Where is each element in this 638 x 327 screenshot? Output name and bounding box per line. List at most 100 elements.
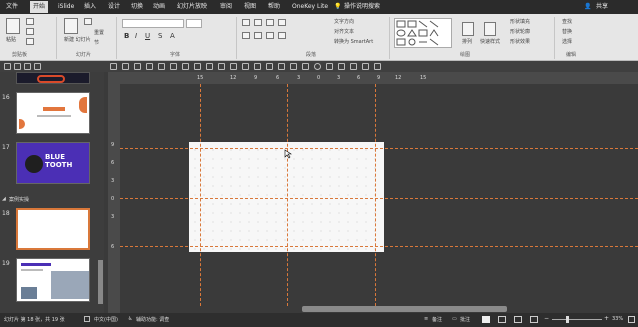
section-arrow-icon[interactable]: ◢ bbox=[2, 196, 6, 202]
shape-fill[interactable]: 形状填充 bbox=[510, 18, 530, 25]
strikethrough-icon[interactable]: S bbox=[158, 32, 162, 40]
numbering-icon[interactable] bbox=[254, 19, 262, 26]
zoom-slider-thumb[interactable] bbox=[566, 316, 569, 323]
save-icon[interactable] bbox=[4, 63, 11, 70]
menu-help[interactable]: 帮助 bbox=[268, 2, 280, 11]
menu-review[interactable]: 审阅 bbox=[220, 2, 232, 11]
reading-view-icon[interactable] bbox=[514, 316, 522, 323]
fit-slide-icon[interactable] bbox=[628, 316, 635, 323]
redo-icon[interactable] bbox=[24, 63, 31, 70]
menu-design[interactable]: 设计 bbox=[108, 2, 120, 11]
accessibility-status[interactable]: 辅助功能: 调查 bbox=[136, 316, 169, 323]
align-center-icon[interactable] bbox=[254, 32, 262, 39]
eyedropper-icon[interactable] bbox=[362, 63, 369, 70]
slide-thumbnail-17[interactable]: BLUE TOOTH bbox=[16, 142, 90, 184]
distribute-icon[interactable] bbox=[194, 63, 201, 70]
oval-icon[interactable] bbox=[314, 63, 321, 70]
guide-line-horizontal[interactable] bbox=[120, 198, 638, 199]
guide-line-vertical[interactable] bbox=[200, 84, 201, 306]
copy-icon[interactable] bbox=[26, 28, 34, 35]
convert-smartart[interactable]: 转换为 SmartArt bbox=[334, 38, 373, 45]
menu-animations[interactable]: 动画 bbox=[153, 2, 165, 11]
share-button[interactable]: 共享 bbox=[596, 2, 608, 11]
arrange-label[interactable]: 排列 bbox=[462, 38, 472, 45]
slideshow-view-icon[interactable] bbox=[530, 316, 538, 323]
quick-styles-label[interactable]: 快速样式 bbox=[480, 38, 500, 45]
menu-slideshow[interactable]: 幻灯片放映 bbox=[177, 2, 207, 11]
decrease-indent-icon[interactable] bbox=[266, 19, 274, 26]
align-middle-icon[interactable] bbox=[170, 63, 177, 70]
menu-insert[interactable]: 插入 bbox=[84, 2, 96, 11]
justify-icon[interactable] bbox=[278, 32, 286, 39]
format-painter-icon[interactable] bbox=[26, 38, 34, 45]
font-color-icon[interactable]: A bbox=[170, 32, 175, 40]
zoom-in-icon[interactable]: + bbox=[604, 315, 609, 322]
align-icon[interactable] bbox=[110, 63, 117, 70]
group-icon[interactable] bbox=[218, 63, 225, 70]
align-left-icon[interactable] bbox=[242, 32, 250, 39]
comments-button[interactable]: 批注 bbox=[460, 316, 470, 323]
accessibility-icon[interactable]: ♿ bbox=[128, 316, 132, 322]
select-button[interactable]: 选择 bbox=[562, 38, 572, 45]
shape-effects[interactable]: 形状效果 bbox=[510, 38, 530, 45]
italic-icon[interactable]: I bbox=[135, 32, 137, 40]
quick-styles-icon[interactable] bbox=[484, 22, 496, 36]
bullets-icon[interactable] bbox=[242, 19, 250, 26]
distribute-vertical-icon[interactable] bbox=[206, 63, 213, 70]
cut-icon[interactable] bbox=[26, 18, 34, 25]
increase-indent-icon[interactable] bbox=[278, 19, 286, 26]
shape-outline[interactable]: 形状轮廓 bbox=[510, 28, 530, 35]
horizontal-scrollbar[interactable] bbox=[302, 306, 507, 312]
section-label[interactable]: 节 bbox=[94, 39, 99, 46]
underline-icon[interactable]: U bbox=[145, 32, 150, 40]
new-slide-icon[interactable] bbox=[64, 18, 78, 34]
guide-line-horizontal[interactable] bbox=[120, 148, 638, 149]
shapes-gallery[interactable] bbox=[394, 18, 452, 48]
textbox-icon[interactable] bbox=[326, 63, 333, 70]
bring-forward-icon[interactable] bbox=[242, 63, 249, 70]
guide-line-vertical[interactable] bbox=[287, 84, 288, 306]
tell-me-search[interactable]: 操作说明搜索 bbox=[344, 2, 380, 11]
zoom-level[interactable]: 33% bbox=[612, 316, 623, 322]
tools-icon[interactable] bbox=[350, 63, 357, 70]
menu-onekey[interactable]: OneKey Lite bbox=[292, 2, 328, 11]
reset-label[interactable]: 重置 bbox=[94, 29, 104, 36]
language-status[interactable]: 中文(中国) bbox=[94, 316, 118, 323]
bold-icon[interactable]: B bbox=[124, 32, 129, 40]
slide-thumbnail-18[interactable] bbox=[16, 208, 90, 250]
spelling-icon[interactable] bbox=[84, 316, 90, 322]
send-backward-icon[interactable] bbox=[254, 63, 261, 70]
zoom-out-icon[interactable]: − bbox=[544, 315, 549, 322]
normal-view-icon[interactable] bbox=[482, 316, 490, 323]
menu-transitions[interactable]: 切换 bbox=[131, 2, 143, 11]
comments-icon[interactable]: ▭ bbox=[452, 316, 457, 322]
section-header[interactable]: 案例实操 bbox=[9, 196, 29, 203]
align-right-icon[interactable] bbox=[266, 32, 274, 39]
picture-icon[interactable] bbox=[338, 63, 345, 70]
arrange-icon[interactable] bbox=[462, 22, 474, 36]
menu-islide[interactable]: iSlide bbox=[58, 2, 74, 11]
paste-icon[interactable] bbox=[6, 18, 20, 34]
start-slideshow-icon[interactable] bbox=[34, 63, 41, 70]
text-direction[interactable]: 文字方向 bbox=[334, 18, 354, 25]
guide-line-horizontal[interactable] bbox=[120, 246, 638, 247]
notes-button[interactable]: 备注 bbox=[432, 316, 442, 323]
align-top-icon[interactable] bbox=[158, 63, 165, 70]
align-left-icon[interactable] bbox=[122, 63, 129, 70]
undo-icon[interactable] bbox=[14, 63, 21, 70]
notes-icon[interactable]: ≡ bbox=[424, 316, 428, 322]
guide-line-vertical[interactable] bbox=[375, 84, 376, 306]
intersect-icon[interactable] bbox=[278, 63, 285, 70]
font-size-combo[interactable] bbox=[186, 19, 202, 28]
align-bottom-icon[interactable] bbox=[182, 63, 189, 70]
align-right-icon[interactable] bbox=[146, 63, 153, 70]
menu-home[interactable]: 开始 bbox=[30, 1, 49, 13]
slide-thumbnail-19[interactable] bbox=[16, 258, 90, 302]
menu-file[interactable]: 文件 bbox=[6, 2, 18, 11]
zoom-slider[interactable] bbox=[552, 319, 602, 320]
rectangle-icon[interactable] bbox=[302, 63, 309, 70]
align-center-icon[interactable] bbox=[134, 63, 141, 70]
replace-button[interactable]: 替换 bbox=[562, 28, 572, 35]
more-icon[interactable] bbox=[374, 63, 381, 70]
font-name-combo[interactable] bbox=[122, 19, 184, 28]
